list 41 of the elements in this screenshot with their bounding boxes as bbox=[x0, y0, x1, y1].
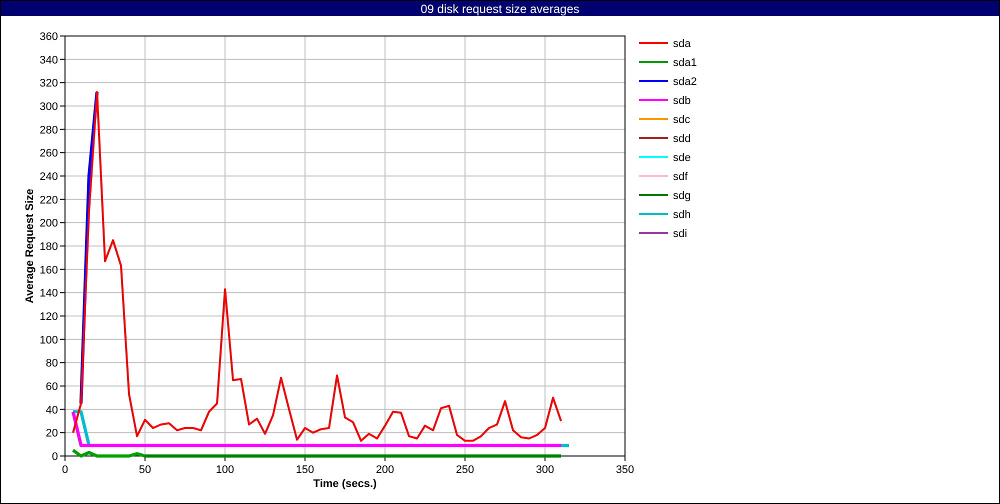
tick-label: 200 bbox=[40, 218, 58, 230]
tick-label: 100 bbox=[40, 334, 58, 346]
tick-label: 20 bbox=[46, 428, 58, 440]
tick-label: 200 bbox=[376, 464, 394, 476]
tick-label: 250 bbox=[456, 464, 474, 476]
legend-label: sdh bbox=[673, 209, 691, 221]
tick-label: 120 bbox=[40, 311, 58, 323]
tick-label: 220 bbox=[40, 194, 58, 206]
tick-label: 350 bbox=[616, 464, 634, 476]
tick-label: 60 bbox=[46, 381, 58, 393]
axis-title: Time (secs.) bbox=[313, 478, 377, 490]
tick-label: 300 bbox=[40, 101, 58, 113]
legend-label: sda bbox=[673, 38, 691, 50]
legend-label: sda2 bbox=[673, 76, 697, 88]
legend-label: sdd bbox=[673, 133, 691, 145]
tick-label: 140 bbox=[40, 288, 58, 300]
legend-label: sde bbox=[673, 152, 691, 164]
legend-label: sdi bbox=[673, 228, 688, 240]
tick-label: 280 bbox=[40, 124, 58, 136]
tick-label: 260 bbox=[40, 148, 58, 160]
axis-title: Average Request Size bbox=[24, 188, 36, 304]
tick-label: 0 bbox=[62, 464, 68, 476]
legend-label: sdb bbox=[673, 95, 691, 107]
tick-label: 40 bbox=[46, 404, 58, 416]
tick-label: 240 bbox=[40, 171, 58, 183]
legend-label: sdg bbox=[673, 190, 691, 202]
tick-label: 50 bbox=[138, 464, 152, 476]
tick-label: 160 bbox=[40, 264, 58, 276]
tick-label: 320 bbox=[40, 78, 58, 90]
tick-label: 300 bbox=[536, 464, 554, 476]
tick-label: 360 bbox=[40, 31, 58, 43]
tick-label: 340 bbox=[40, 54, 58, 66]
tick-label: 100 bbox=[216, 464, 234, 476]
tick-label: 150 bbox=[296, 464, 314, 476]
tick-label: 0 bbox=[52, 451, 58, 463]
legend-label: sdc bbox=[673, 114, 690, 126]
legend-label: sda1 bbox=[673, 57, 697, 69]
tick-label: 180 bbox=[40, 241, 58, 253]
tick-label: 80 bbox=[46, 358, 58, 370]
window-title: 09 disk request size averages bbox=[420, 2, 580, 16]
legend-label: sdf bbox=[673, 171, 688, 183]
